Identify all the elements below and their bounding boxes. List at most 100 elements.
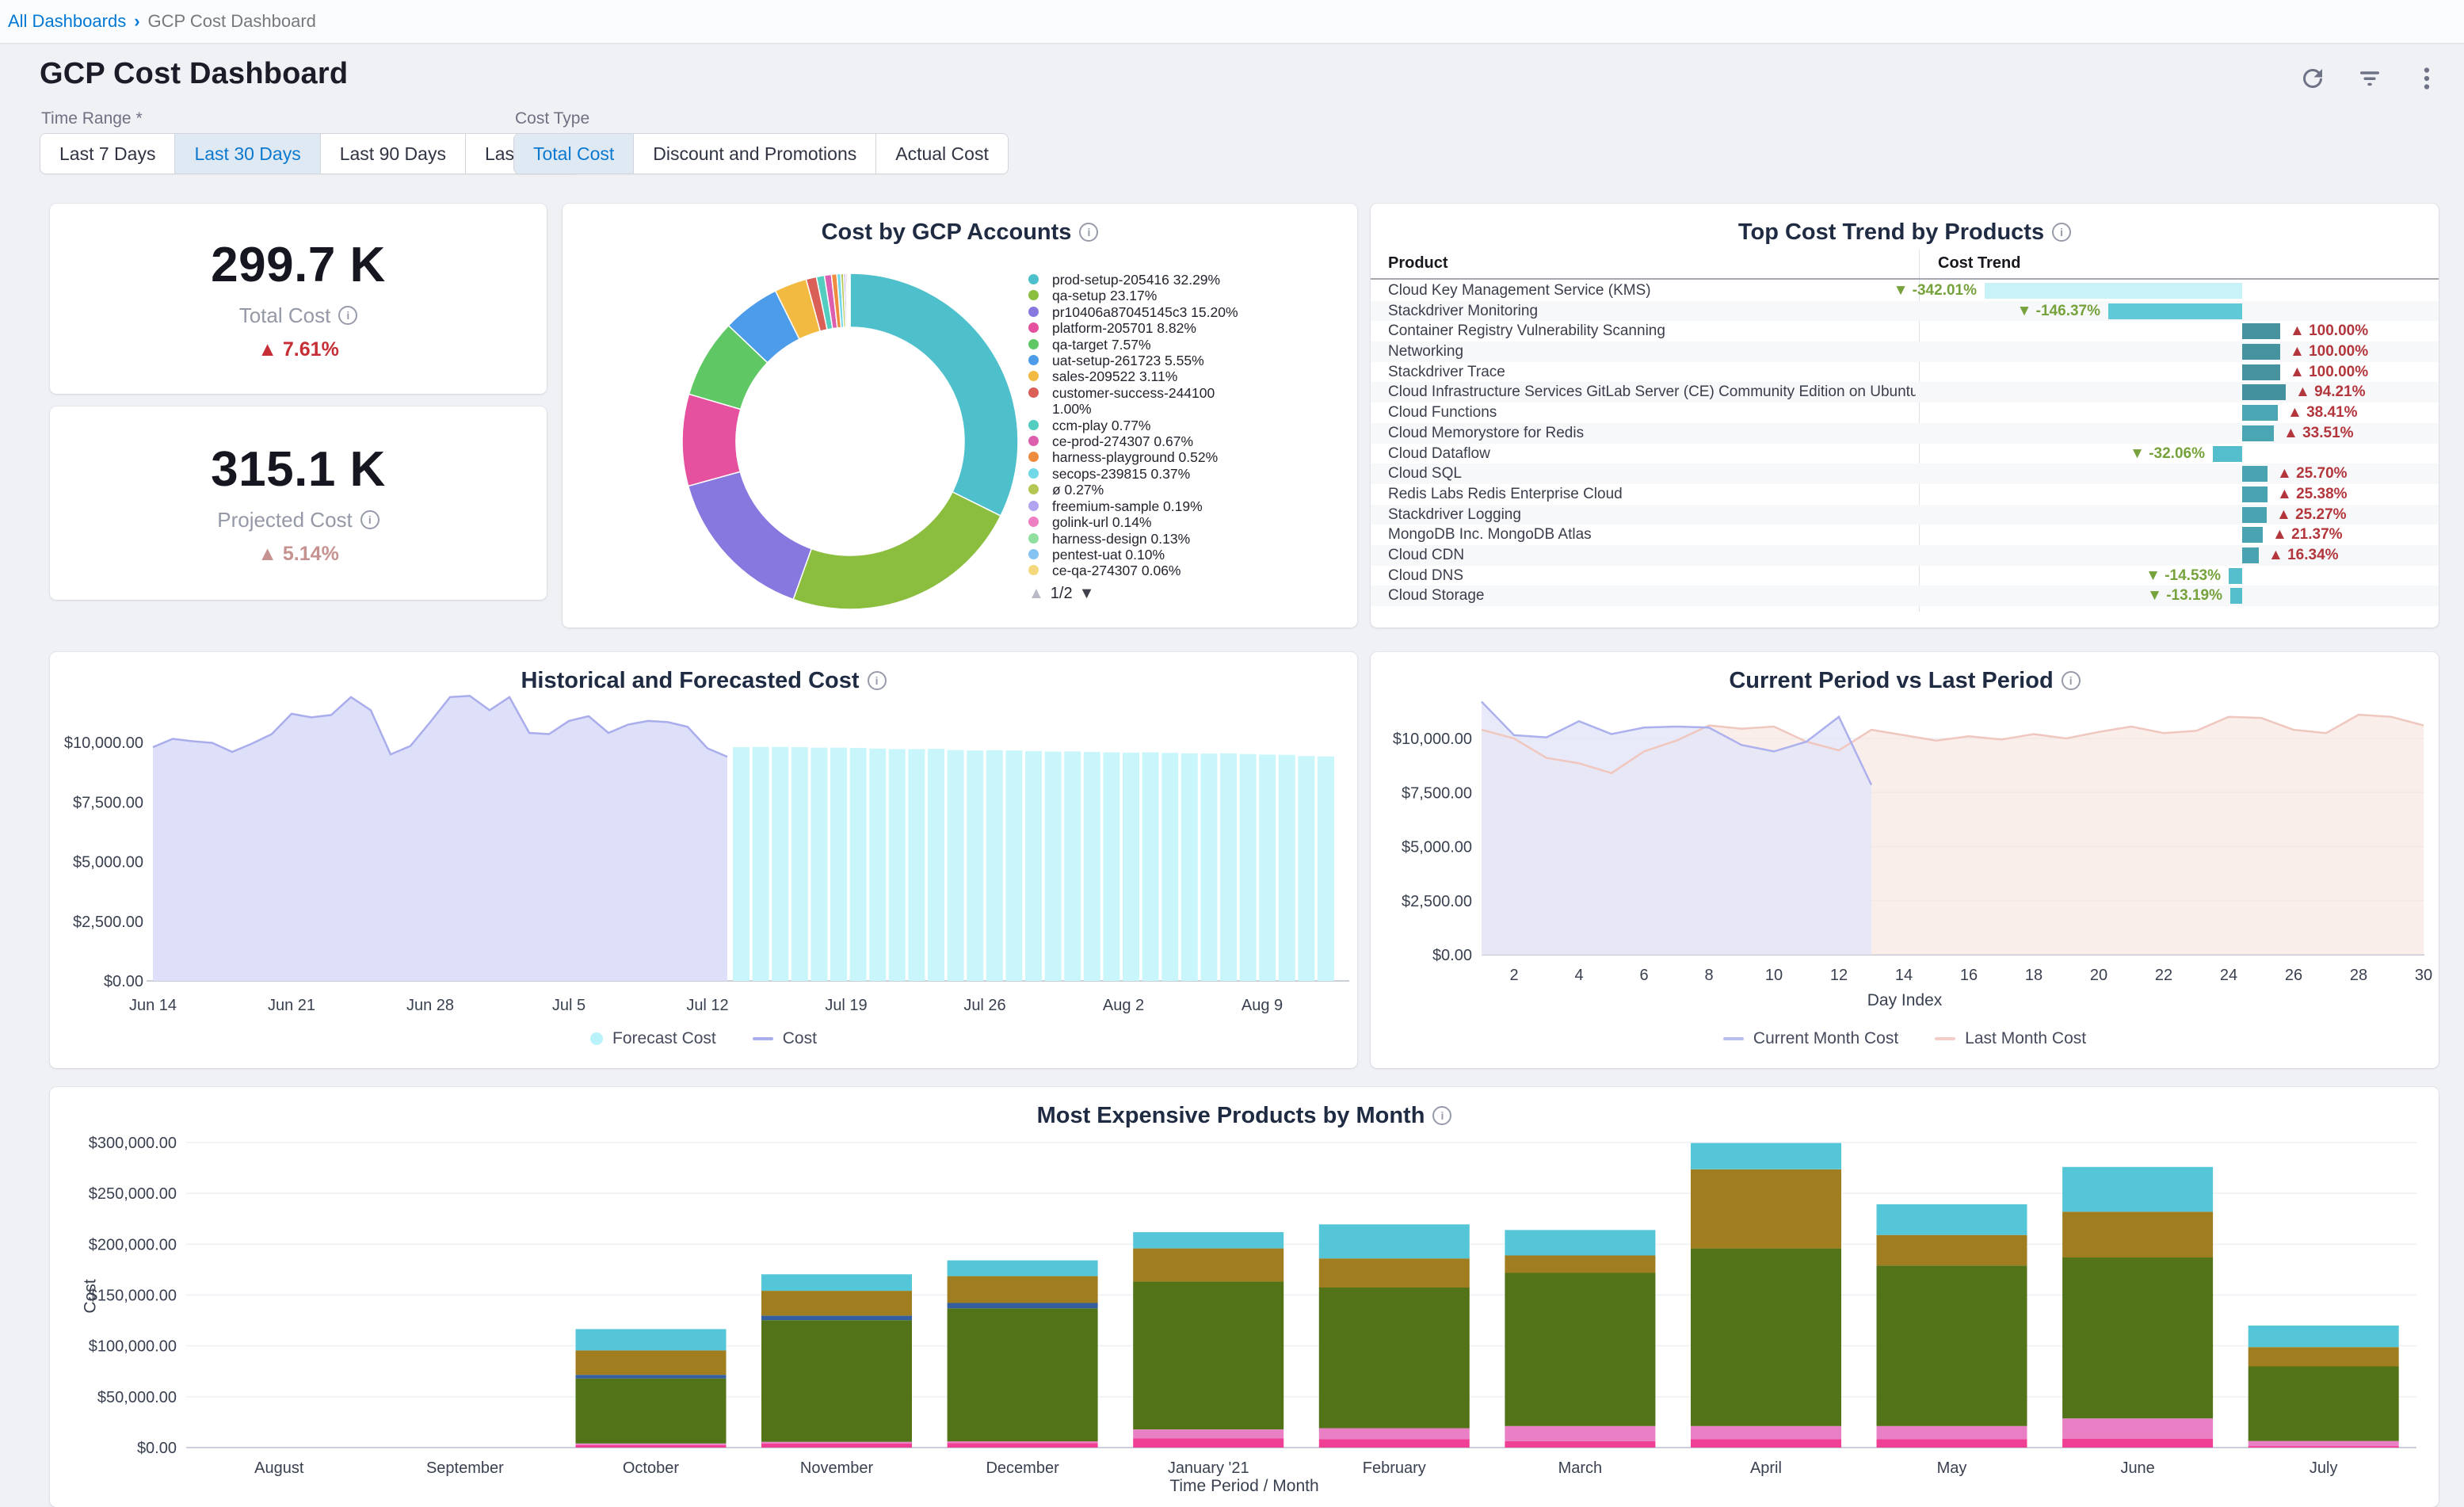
product-name[interactable]: Cloud Storage [1388, 586, 1916, 606]
product-name[interactable]: Cloud CDN [1388, 545, 1916, 566]
donut-legend-item[interactable]: ce-qa-274307 0.06% [1028, 563, 1238, 578]
donut-legend-item[interactable]: prod-setup-205416 32.29% [1028, 272, 1238, 288]
bar-segment-gold[interactable] [1319, 1258, 1470, 1288]
info-icon[interactable] [1432, 1106, 1451, 1125]
bar-segment-olive[interactable] [761, 1320, 912, 1442]
bar-segment-magenta[interactable] [1319, 1439, 1470, 1448]
filter-icon[interactable] [2353, 62, 2386, 95]
info-icon[interactable] [2062, 671, 2081, 690]
legend-item-cost[interactable]: Cost [753, 1029, 817, 1048]
bar-segment-pink[interactable] [1691, 1426, 1841, 1440]
cost-type-total-cost[interactable]: Total Cost [514, 134, 633, 174]
time-range-last-7-days[interactable]: Last 7 Days [40, 134, 174, 174]
bar-segment-gold[interactable] [1505, 1255, 1655, 1272]
bar-segment-olive[interactable] [1877, 1265, 2027, 1426]
cost-type-actual-cost[interactable]: Actual Cost [875, 134, 1008, 174]
bar-segment-cyan[interactable] [1877, 1204, 2027, 1235]
bar-segment-blue[interactable] [948, 1303, 1098, 1309]
donut-legend-item[interactable]: secops-239815 0.37% [1028, 466, 1238, 482]
time-range-last-90-days[interactable]: Last 90 Days [320, 134, 465, 174]
product-name[interactable]: Cloud Memorystore for Redis [1388, 423, 1916, 444]
bar-segment-pink[interactable] [948, 1441, 1098, 1443]
product-name[interactable]: Stackdriver Trace [1388, 362, 1916, 383]
donut-legend-item[interactable]: customer-success-244100 1.00% [1028, 385, 1238, 418]
breadcrumb-link-all-dashboards[interactable]: All Dashboards [8, 11, 126, 32]
bar-segment-gold[interactable] [948, 1276, 1098, 1303]
product-name[interactable]: Redis Labs Redis Enterprise Cloud [1388, 484, 1916, 505]
bar-segment-magenta[interactable] [761, 1444, 912, 1448]
donut-slice-pr10406a87045145c3[interactable] [688, 471, 812, 599]
info-icon[interactable] [338, 306, 357, 325]
bar-segment-magenta[interactable] [2062, 1439, 2213, 1448]
donut-legend-item[interactable]: ccm-play 0.77% [1028, 418, 1238, 433]
bar-segment-gold[interactable] [1133, 1249, 1283, 1282]
cost-type-discount-and-promotions[interactable]: Discount and Promotions [633, 134, 875, 174]
legend-item-current-month-cost[interactable]: Current Month Cost [1723, 1029, 1898, 1048]
bar-segment-pink[interactable] [1133, 1429, 1283, 1438]
donut-legend-item[interactable]: harness-playground 0.52% [1028, 449, 1238, 465]
donut-slice-ce-qa-274307[interactable] [849, 273, 850, 327]
bar-segment-pink[interactable] [2062, 1418, 2213, 1439]
donut-legend-item[interactable]: qa-setup 23.17% [1028, 288, 1238, 303]
donut-legend-item[interactable]: qa-target 7.57% [1028, 337, 1238, 353]
bar-segment-cyan[interactable] [1319, 1224, 1470, 1258]
column-header-cost-trend[interactable]: Cost Trend [1938, 254, 2020, 273]
bar-segment-magenta[interactable] [2248, 1446, 2399, 1448]
bar-segment-blue[interactable] [761, 1316, 912, 1321]
bar-segment-pink[interactable] [1505, 1426, 1655, 1441]
bar-segment-cyan[interactable] [576, 1330, 727, 1351]
bar-segment-pink[interactable] [1877, 1426, 2027, 1440]
bar-segment-magenta[interactable] [948, 1443, 1098, 1448]
donut-legend-item[interactable]: ce-prod-274307 0.67% [1028, 433, 1238, 449]
bar-segment-olive[interactable] [1505, 1273, 1655, 1426]
bar-segment-blue[interactable] [576, 1375, 727, 1379]
product-name[interactable]: Stackdriver Logging [1388, 505, 1916, 525]
bar-segment-magenta[interactable] [1691, 1439, 1841, 1448]
product-name[interactable]: MongoDB Inc. MongoDB Atlas [1388, 525, 1916, 545]
donut-legend-item[interactable]: sales-209522 3.11% [1028, 368, 1238, 384]
more-vert-icon[interactable] [2410, 62, 2443, 95]
bar-segment-olive[interactable] [576, 1379, 727, 1444]
bar-segment-cyan[interactable] [2062, 1167, 2213, 1212]
bar-segment-cyan[interactable] [2248, 1326, 2399, 1347]
product-name[interactable]: Networking [1388, 341, 1916, 362]
donut-legend-item[interactable]: pr10406a87045145c3 15.20% [1028, 304, 1238, 320]
bar-segment-cyan[interactable] [1133, 1232, 1283, 1249]
bar-segment-magenta[interactable] [1133, 1438, 1283, 1448]
info-icon[interactable] [868, 671, 887, 690]
donut-legend-item[interactable]: ø 0.27% [1028, 482, 1238, 498]
donut-slice-prod-setup-205416[interactable] [850, 273, 1018, 516]
refresh-icon[interactable] [2296, 62, 2329, 95]
bar-segment-magenta[interactable] [576, 1445, 727, 1448]
product-name[interactable]: Cloud Dataflow [1388, 444, 1916, 464]
legend-item-forecast-cost[interactable]: Forecast Cost [590, 1029, 716, 1048]
bar-segment-gold[interactable] [1691, 1169, 1841, 1249]
donut-legend-item[interactable]: golink-url 0.14% [1028, 514, 1238, 530]
bar-segment-pink[interactable] [2248, 1441, 2399, 1446]
product-name[interactable]: Cloud Infrastructure Services GitLab Ser… [1388, 382, 1916, 403]
donut-legend-item[interactable]: uat-setup-261723 5.55% [1028, 353, 1238, 368]
column-header-product[interactable]: Product [1388, 254, 1448, 273]
donut-legend-item[interactable]: platform-205701 8.82% [1028, 320, 1238, 336]
donut-legend-item[interactable]: harness-design 0.13% [1028, 531, 1238, 547]
bar-segment-olive[interactable] [948, 1308, 1098, 1441]
donut-legend-item[interactable]: freemium-sample 0.19% [1028, 498, 1238, 514]
bar-segment-pink[interactable] [761, 1442, 912, 1444]
info-icon[interactable] [360, 510, 380, 529]
bar-segment-olive[interactable] [2248, 1367, 2399, 1441]
info-icon[interactable] [1079, 223, 1098, 242]
bar-segment-olive[interactable] [1133, 1281, 1283, 1429]
bar-segment-gold[interactable] [761, 1291, 912, 1315]
product-name[interactable]: Cloud DNS [1388, 566, 1916, 586]
bar-segment-cyan[interactable] [948, 1261, 1098, 1276]
donut-slice-qa-setup[interactable] [793, 492, 1001, 609]
bar-segment-gold[interactable] [576, 1350, 727, 1375]
bar-segment-olive[interactable] [1691, 1249, 1841, 1426]
bar-segment-magenta[interactable] [1877, 1439, 2027, 1448]
legend-prev-page-icon[interactable]: ▲ [1028, 586, 1044, 601]
product-name[interactable]: Cloud Functions [1388, 403, 1916, 423]
info-icon[interactable] [2052, 223, 2071, 242]
bar-segment-gold[interactable] [1877, 1235, 2027, 1266]
legend-next-page-icon[interactable]: ▼ [1079, 586, 1095, 601]
bar-segment-gold[interactable] [2248, 1347, 2399, 1366]
